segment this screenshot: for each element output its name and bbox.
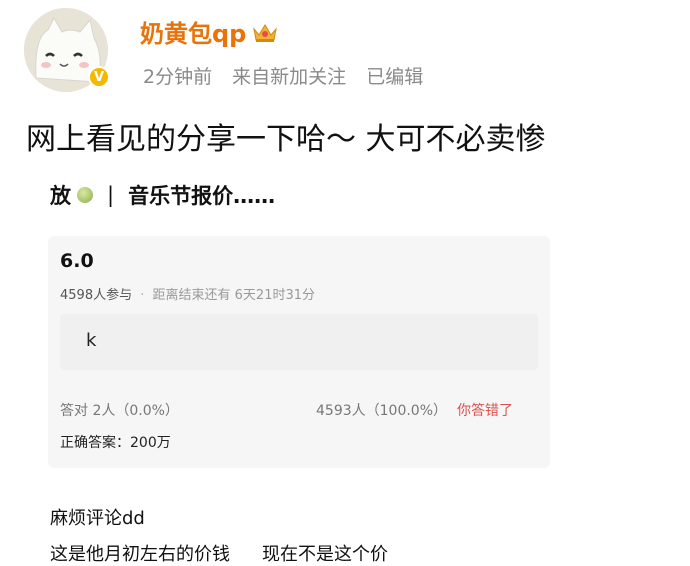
quiz-option-label: k <box>86 330 97 351</box>
quiz-remaining: 距离结束还有 6天21时31分 <box>152 288 316 303</box>
comment-2a: 这是他月初左右的价钱 <box>50 544 230 565</box>
verified-badge-icon: V <box>88 66 110 88</box>
username[interactable]: 奶黄包qp <box>140 14 278 49</box>
title-left: 放 <box>50 184 71 208</box>
quiz-wrong-label: 你答错了 <box>457 403 514 419</box>
quiz-option[interactable]: k <box>60 314 538 370</box>
post-source[interactable]: 来自新加关注 <box>232 66 346 88</box>
title-divider: | <box>107 183 115 207</box>
quiz-participants: 4598人参与 <box>60 288 133 303</box>
quiz-wrong-stats: 4593人（100.0%） <box>316 403 448 419</box>
embedded-screenshot[interactable]: 放 | 音乐节报价…… 6.0 4598人参与 · 距离结束还有 6天21时31… <box>0 170 690 566</box>
post-time: 2分钟前 <box>143 66 213 88</box>
quiz-info: 4598人参与 · 距离结束还有 6天21时31分 <box>60 284 315 303</box>
crown-icon <box>253 23 278 42</box>
quiz-card: 6.0 4598人参与 · 距离结束还有 6天21时31分 k 答对 2人（0.… <box>48 236 550 468</box>
quiz-separator: · <box>140 288 145 303</box>
quiz-answer: 正确答案：200万 <box>60 435 171 451</box>
username-text: 奶黄包qp <box>140 20 247 48</box>
comment-2: 这是他月初左右的价钱 现在不是这个价 <box>50 540 388 566</box>
comment-2b: 现在不是这个价 <box>262 544 388 565</box>
title-right: 音乐节报价…… <box>128 184 276 208</box>
comment-1: 麻烦评论dd <box>50 508 145 529</box>
green-dot-icon <box>77 187 93 203</box>
post-text: 网上看见的分享一下哈～ 大可不必卖惨 <box>26 122 546 157</box>
post-edited[interactable]: 已编辑 <box>366 66 423 88</box>
quiz-question-number: 6.0 <box>60 250 94 272</box>
quiz-correct-stats: 答对 2人（0.0%） <box>60 403 179 419</box>
screenshot-title: 放 | 音乐节报价…… <box>50 180 275 210</box>
post-meta: 2分钟前 来自新加关注 已编辑 <box>143 62 437 89</box>
quiz-wrong-stats-row: 4593人（100.0%） 你答错了 <box>316 400 513 420</box>
